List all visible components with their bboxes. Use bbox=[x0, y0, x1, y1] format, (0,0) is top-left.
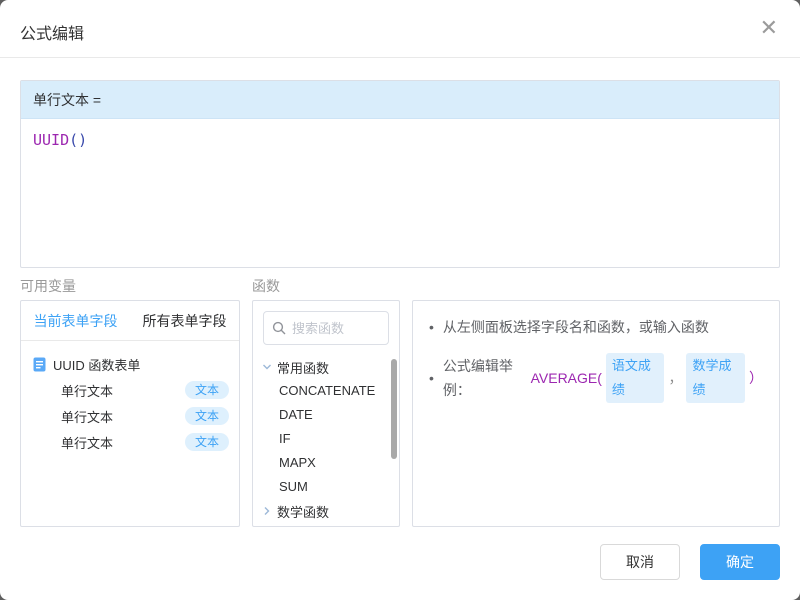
function-item[interactable]: CONCATENATE bbox=[253, 379, 399, 403]
function-item[interactable]: DATE bbox=[253, 403, 399, 427]
example-comma: ， bbox=[668, 366, 682, 390]
example-function-close: ） bbox=[749, 366, 763, 390]
page-title: 公式编辑 bbox=[20, 20, 84, 44]
formula-parens: () bbox=[69, 131, 87, 149]
function-item[interactable]: IF bbox=[253, 427, 399, 451]
dialog-header: 公式编辑 ✕ bbox=[0, 0, 800, 58]
variables-section-label: 可用变量 bbox=[20, 276, 76, 296]
field-type-badge: 文本 bbox=[185, 407, 229, 425]
scrollbar-thumb[interactable] bbox=[391, 359, 397, 459]
formula-code-input[interactable]: UUID() bbox=[21, 119, 779, 267]
help-tip-2: • 公式编辑举例： AVERAGE( 语文成绩 ， 数学成绩 ） bbox=[429, 353, 763, 403]
help-tip-1: • 从左侧面板选择字段名和函数，或输入函数 bbox=[429, 315, 763, 339]
formula-target-label: 单行文本 = bbox=[21, 81, 779, 119]
functions-section-label: 函数 bbox=[252, 276, 280, 296]
example-field-chip: 数学成绩 bbox=[686, 353, 745, 403]
confirm-button[interactable]: 确定 bbox=[700, 544, 780, 580]
formula-edit-dialog: 公式编辑 ✕ 单行文本 = UUID() 可用变量 函数 当前表单字段 所有表单… bbox=[0, 0, 800, 600]
chevron-right-icon bbox=[261, 505, 273, 517]
form-node[interactable]: UUID 函数表单 bbox=[21, 351, 239, 377]
help-tip-2-prefix: 公式编辑举例： bbox=[443, 354, 531, 402]
close-icon[interactable]: ✕ bbox=[760, 16, 778, 42]
function-search-box bbox=[263, 311, 389, 345]
form-node-label: UUID 函数表单 bbox=[53, 355, 140, 374]
function-group-label: 常用函数 bbox=[277, 358, 329, 377]
bullet-icon: • bbox=[429, 366, 434, 390]
field-type-badge: 文本 bbox=[185, 433, 229, 451]
variables-panel: 当前表单字段 所有表单字段 UUID 函数表单 单行文本 文本 单行文本 文本 bbox=[20, 300, 240, 527]
help-body: • 从左侧面板选择字段名和函数，或输入函数 • 公式编辑举例： AVERAGE(… bbox=[413, 301, 779, 431]
formula-function-name: UUID bbox=[33, 131, 69, 149]
field-name: 单行文本 bbox=[61, 381, 185, 400]
function-group-label: 数学函数 bbox=[277, 502, 329, 521]
tab-current-form-fields[interactable]: 当前表单字段 bbox=[21, 301, 130, 340]
field-type-badge: 文本 bbox=[185, 381, 229, 399]
formula-editor: 单行文本 = UUID() bbox=[20, 80, 780, 268]
function-item[interactable]: SUM bbox=[253, 475, 399, 499]
function-group-label: 文本函数 bbox=[277, 526, 329, 528]
bullet-icon: • bbox=[429, 315, 434, 339]
field-row[interactable]: 单行文本 文本 bbox=[21, 429, 239, 455]
example-function-open: AVERAGE( bbox=[531, 366, 602, 390]
tab-all-form-fields[interactable]: 所有表单字段 bbox=[130, 301, 239, 340]
help-panel: • 从左侧面板选择字段名和函数，或输入函数 • 公式编辑举例： AVERAGE(… bbox=[412, 300, 780, 527]
variables-tabs: 当前表单字段 所有表单字段 bbox=[21, 301, 239, 341]
variables-tree: UUID 函数表单 单行文本 文本 单行文本 文本 单行文本 文本 bbox=[21, 341, 239, 455]
function-group-text[interactable]: 文本函数 bbox=[253, 523, 399, 527]
document-icon bbox=[33, 357, 46, 372]
function-item[interactable]: MAPX bbox=[253, 451, 399, 475]
search-icon bbox=[272, 321, 286, 335]
chevron-down-icon bbox=[261, 361, 273, 373]
functions-panel: 常用函数 CONCATENATE DATE IF MAPX SUM 数学函数 文… bbox=[252, 300, 400, 527]
field-row[interactable]: 单行文本 文本 bbox=[21, 403, 239, 429]
function-group-math[interactable]: 数学函数 bbox=[253, 499, 399, 523]
field-name: 单行文本 bbox=[61, 433, 185, 452]
field-row[interactable]: 单行文本 文本 bbox=[21, 377, 239, 403]
cancel-button[interactable]: 取消 bbox=[600, 544, 680, 580]
example-field-chip: 语文成绩 bbox=[606, 353, 665, 403]
function-search-input[interactable] bbox=[292, 321, 380, 336]
function-tree: 常用函数 CONCATENATE DATE IF MAPX SUM 数学函数 文… bbox=[253, 355, 399, 527]
help-tip-1-text: 从左侧面板选择字段名和函数，或输入函数 bbox=[443, 315, 709, 339]
function-group-common[interactable]: 常用函数 bbox=[253, 355, 399, 379]
field-name: 单行文本 bbox=[61, 407, 185, 426]
